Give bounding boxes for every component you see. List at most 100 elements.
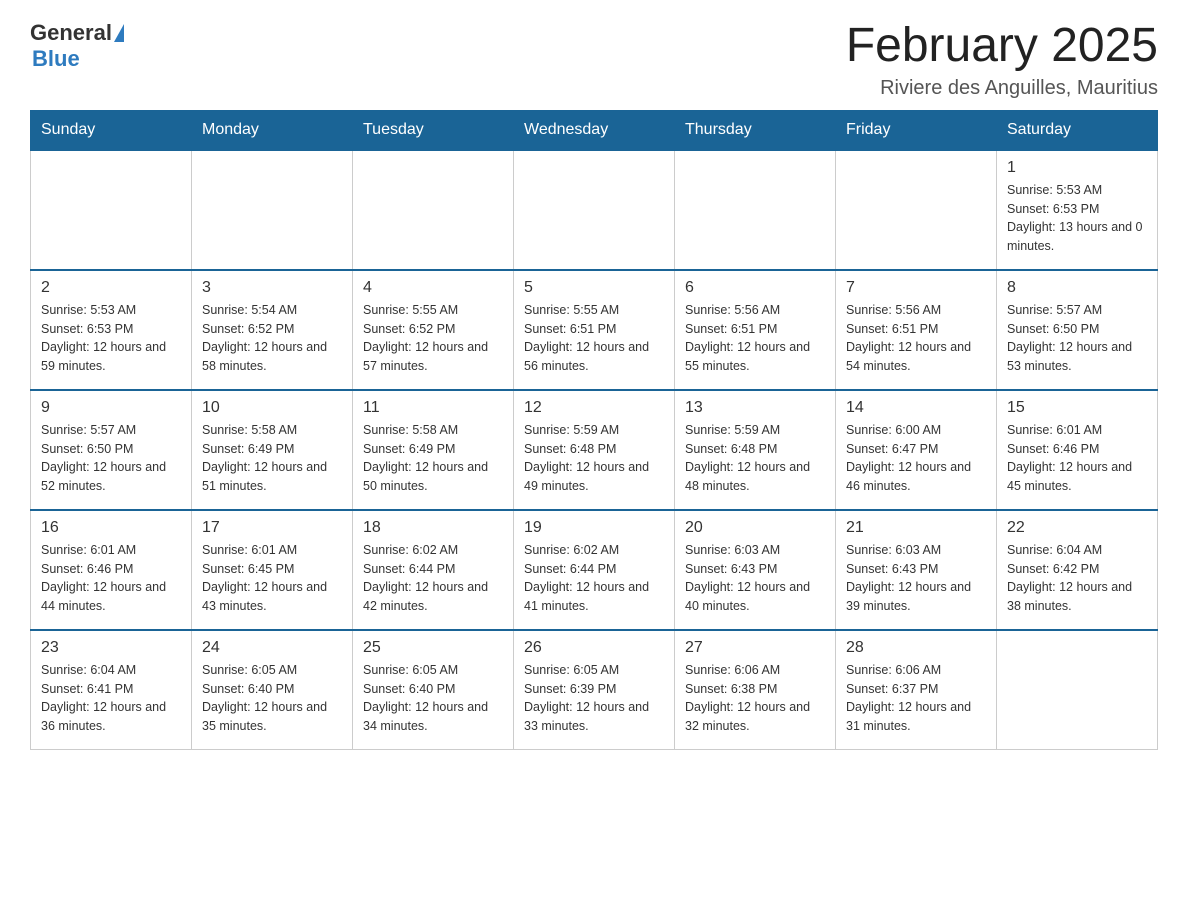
day-number: 3 bbox=[202, 279, 342, 297]
day-info: Sunrise: 5:53 AMSunset: 6:53 PMDaylight:… bbox=[1007, 181, 1147, 256]
day-number: 7 bbox=[846, 279, 986, 297]
day-info: Sunrise: 5:56 AMSunset: 6:51 PMDaylight:… bbox=[846, 301, 986, 376]
calendar-week-row: 2Sunrise: 5:53 AMSunset: 6:53 PMDaylight… bbox=[31, 270, 1158, 390]
calendar-header-friday: Friday bbox=[836, 110, 997, 150]
calendar-week-row: 1 Sunrise: 5:53 AMSunset: 6:53 PMDaylight… bbox=[31, 150, 1158, 270]
calendar-cell: 27Sunrise: 6:06 AMSunset: 6:38 PMDayligh… bbox=[675, 630, 836, 750]
day-info: Sunrise: 6:06 AMSunset: 6:37 PMDaylight:… bbox=[846, 661, 986, 736]
calendar-header-wednesday: Wednesday bbox=[514, 110, 675, 150]
calendar-header-monday: Monday bbox=[192, 110, 353, 150]
day-number: 1 bbox=[1007, 159, 1147, 177]
day-info: Sunrise: 5:56 AMSunset: 6:51 PMDaylight:… bbox=[685, 301, 825, 376]
day-number: 8 bbox=[1007, 279, 1147, 297]
day-number: 13 bbox=[685, 399, 825, 417]
calendar-cell: 23 Sunrise: 6:04 AMSunset: 6:41 PMDayligh… bbox=[31, 630, 192, 750]
calendar-header-thursday: Thursday bbox=[675, 110, 836, 150]
day-info: Sunrise: 5:54 AMSunset: 6:52 PMDaylight:… bbox=[202, 301, 342, 376]
calendar-title: February 2025 bbox=[846, 20, 1158, 73]
day-number: 18 bbox=[363, 519, 503, 537]
day-number: 20 bbox=[685, 519, 825, 537]
day-info: Sunrise: 5:58 AMSunset: 6:49 PMDaylight:… bbox=[202, 421, 342, 496]
calendar-week-row: 16 Sunrise: 6:01 AMSunset: 6:46 PMDayligh… bbox=[31, 510, 1158, 630]
day-info: Sunrise: 6:03 AMSunset: 6:43 PMDaylight:… bbox=[846, 541, 986, 616]
calendar-cell: 22 Sunrise: 6:04 AMSunset: 6:42 PMDayligh… bbox=[997, 510, 1158, 630]
day-number: 22 bbox=[1007, 519, 1147, 537]
logo-text-blue: Blue bbox=[32, 46, 80, 72]
calendar-cell: 25 Sunrise: 6:05 AMSunset: 6:40 PMDayligh… bbox=[353, 630, 514, 750]
calendar-cell: 6 Sunrise: 5:56 AMSunset: 6:51 PMDaylight… bbox=[675, 270, 836, 390]
day-info: Sunrise: 6:04 AMSunset: 6:42 PMDaylight:… bbox=[1007, 541, 1147, 616]
day-number: 19 bbox=[524, 519, 664, 537]
calendar-cell: 2Sunrise: 5:53 AMSunset: 6:53 PMDaylight… bbox=[31, 270, 192, 390]
calendar-cell: 15Sunrise: 6:01 AMSunset: 6:46 PMDayligh… bbox=[997, 390, 1158, 510]
day-info: Sunrise: 6:03 AMSunset: 6:43 PMDaylight:… bbox=[685, 541, 825, 616]
calendar-cell bbox=[997, 630, 1158, 750]
day-info: Sunrise: 6:01 AMSunset: 6:46 PMDaylight:… bbox=[1007, 421, 1147, 496]
day-info: Sunrise: 6:04 AMSunset: 6:41 PMDaylight:… bbox=[41, 661, 181, 736]
calendar-cell: 26Sunrise: 6:05 AMSunset: 6:39 PMDayligh… bbox=[514, 630, 675, 750]
day-number: 23 bbox=[41, 639, 181, 657]
calendar-cell: 18 Sunrise: 6:02 AMSunset: 6:44 PMDayligh… bbox=[353, 510, 514, 630]
day-number: 21 bbox=[846, 519, 986, 537]
day-number: 14 bbox=[846, 399, 986, 417]
calendar-cell bbox=[675, 150, 836, 270]
day-number: 16 bbox=[41, 519, 181, 537]
calendar-cell: 9 Sunrise: 5:57 AMSunset: 6:50 PMDaylight… bbox=[31, 390, 192, 510]
calendar-cell: 3 Sunrise: 5:54 AMSunset: 6:52 PMDaylight… bbox=[192, 270, 353, 390]
day-info: Sunrise: 6:01 AMSunset: 6:45 PMDaylight:… bbox=[202, 541, 342, 616]
calendar-header-sunday: Sunday bbox=[31, 110, 192, 150]
calendar-cell: 1 Sunrise: 5:53 AMSunset: 6:53 PMDaylight… bbox=[997, 150, 1158, 270]
calendar-cell: 21 Sunrise: 6:03 AMSunset: 6:43 PMDayligh… bbox=[836, 510, 997, 630]
day-info: Sunrise: 6:06 AMSunset: 6:38 PMDaylight:… bbox=[685, 661, 825, 736]
day-number: 11 bbox=[363, 399, 503, 417]
day-number: 6 bbox=[685, 279, 825, 297]
calendar-header-row: SundayMondayTuesdayWednesdayThursdayFrid… bbox=[31, 110, 1158, 150]
day-info: Sunrise: 6:02 AMSunset: 6:44 PMDaylight:… bbox=[524, 541, 664, 616]
calendar-cell: 11 Sunrise: 5:58 AMSunset: 6:49 PMDayligh… bbox=[353, 390, 514, 510]
calendar-cell bbox=[353, 150, 514, 270]
day-number: 12 bbox=[524, 399, 664, 417]
calendar-table: SundayMondayTuesdayWednesdayThursdayFrid… bbox=[30, 110, 1158, 751]
calendar-cell: 7 Sunrise: 5:56 AMSunset: 6:51 PMDaylight… bbox=[836, 270, 997, 390]
calendar-cell: 5 Sunrise: 5:55 AMSunset: 6:51 PMDaylight… bbox=[514, 270, 675, 390]
calendar-cell: 17 Sunrise: 6:01 AMSunset: 6:45 PMDayligh… bbox=[192, 510, 353, 630]
calendar-cell: 12 Sunrise: 5:59 AMSunset: 6:48 PMDayligh… bbox=[514, 390, 675, 510]
day-info: Sunrise: 6:02 AMSunset: 6:44 PMDaylight:… bbox=[363, 541, 503, 616]
calendar-header-saturday: Saturday bbox=[997, 110, 1158, 150]
day-info: Sunrise: 5:55 AMSunset: 6:51 PMDaylight:… bbox=[524, 301, 664, 376]
calendar-header-tuesday: Tuesday bbox=[353, 110, 514, 150]
day-info: Sunrise: 5:58 AMSunset: 6:49 PMDaylight:… bbox=[363, 421, 503, 496]
day-info: Sunrise: 5:59 AMSunset: 6:48 PMDaylight:… bbox=[524, 421, 664, 496]
day-info: Sunrise: 6:00 AMSunset: 6:47 PMDaylight:… bbox=[846, 421, 986, 496]
calendar-cell bbox=[514, 150, 675, 270]
calendar-cell: 19 Sunrise: 6:02 AMSunset: 6:44 PMDayligh… bbox=[514, 510, 675, 630]
day-info: Sunrise: 5:57 AMSunset: 6:50 PMDaylight:… bbox=[41, 421, 181, 496]
day-info: Sunrise: 6:05 AMSunset: 6:40 PMDaylight:… bbox=[363, 661, 503, 736]
calendar-cell: 13Sunrise: 5:59 AMSunset: 6:48 PMDayligh… bbox=[675, 390, 836, 510]
calendar-cell bbox=[836, 150, 997, 270]
page-header: General Blue February 2025 Riviere des A… bbox=[30, 20, 1158, 100]
day-number: 2 bbox=[41, 279, 181, 297]
logo-text-general: General bbox=[30, 20, 112, 46]
day-number: 4 bbox=[363, 279, 503, 297]
day-info: Sunrise: 5:55 AMSunset: 6:52 PMDaylight:… bbox=[363, 301, 503, 376]
day-number: 5 bbox=[524, 279, 664, 297]
calendar-cell bbox=[192, 150, 353, 270]
day-number: 17 bbox=[202, 519, 342, 537]
day-number: 25 bbox=[363, 639, 503, 657]
title-block: February 2025 Riviere des Anguilles, Mau… bbox=[846, 20, 1158, 100]
calendar-cell: 4 Sunrise: 5:55 AMSunset: 6:52 PMDaylight… bbox=[353, 270, 514, 390]
calendar-week-row: 23 Sunrise: 6:04 AMSunset: 6:41 PMDayligh… bbox=[31, 630, 1158, 750]
day-number: 28 bbox=[846, 639, 986, 657]
calendar-cell bbox=[31, 150, 192, 270]
calendar-cell: 28 Sunrise: 6:06 AMSunset: 6:37 PMDayligh… bbox=[836, 630, 997, 750]
calendar-cell: 16 Sunrise: 6:01 AMSunset: 6:46 PMDayligh… bbox=[31, 510, 192, 630]
calendar-cell: 8Sunrise: 5:57 AMSunset: 6:50 PMDaylight… bbox=[997, 270, 1158, 390]
day-info: Sunrise: 6:05 AMSunset: 6:40 PMDaylight:… bbox=[202, 661, 342, 736]
day-number: 26 bbox=[524, 639, 664, 657]
day-info: Sunrise: 6:01 AMSunset: 6:46 PMDaylight:… bbox=[41, 541, 181, 616]
logo: General Blue bbox=[30, 20, 124, 72]
calendar-cell: 20 Sunrise: 6:03 AMSunset: 6:43 PMDayligh… bbox=[675, 510, 836, 630]
day-number: 10 bbox=[202, 399, 342, 417]
day-number: 9 bbox=[41, 399, 181, 417]
